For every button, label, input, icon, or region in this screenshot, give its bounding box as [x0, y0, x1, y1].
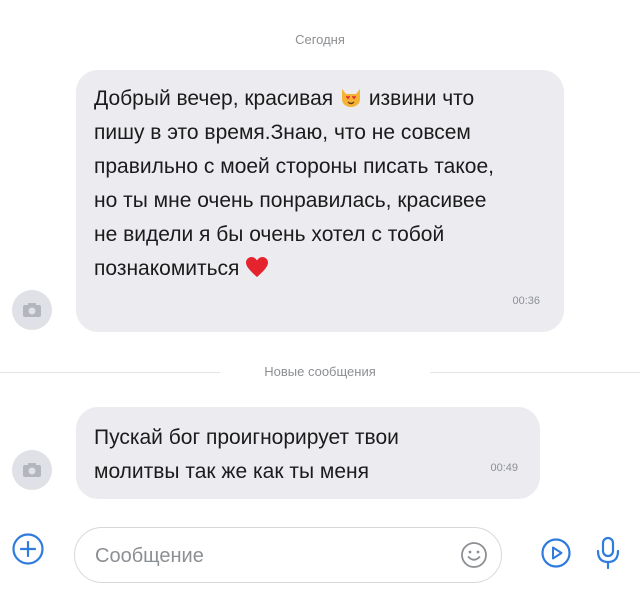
message-text: Добрый вечер, красивая извини что пишу в…: [94, 82, 504, 286]
incoming-message[interactable]: Пускай бог проигнорирует твои молитвы та…: [76, 407, 540, 499]
attach-button[interactable]: [8, 529, 48, 569]
red-heart-emoji: [246, 257, 269, 277]
heart-eyes-cat-emoji: [341, 89, 360, 107]
date-separator: Сегодня: [295, 32, 345, 47]
message-time: 00:49: [490, 462, 518, 474]
smile-icon: [461, 542, 487, 568]
divider: [430, 372, 640, 373]
sender-avatar[interactable]: [12, 290, 52, 330]
message-text-part: извини что пишу в это время.Знаю, что не…: [94, 87, 494, 280]
camera-icon: [23, 463, 41, 477]
microphone-icon: [596, 536, 620, 570]
camera-icon: [23, 303, 41, 317]
voice-button[interactable]: [592, 536, 624, 570]
sticker-button[interactable]: [540, 537, 572, 569]
message-input[interactable]: [93, 536, 437, 576]
message-composer: [0, 515, 640, 597]
plus-circle-icon: [12, 533, 44, 565]
sender-avatar[interactable]: [12, 450, 52, 490]
message-time: 00:36: [512, 295, 540, 307]
message-input-wrapper: [74, 527, 502, 583]
new-messages-separator: Новые сообщения: [0, 362, 640, 382]
emoji-button[interactable]: [459, 540, 489, 570]
incoming-message[interactable]: Добрый вечер, красивая извини что пишу в…: [76, 70, 564, 332]
play-circle-icon: [541, 538, 571, 568]
message-text-part: Добрый вечер, красивая: [94, 87, 334, 110]
message-text: Пускай бог проигнорирует твои молитвы та…: [94, 426, 399, 483]
